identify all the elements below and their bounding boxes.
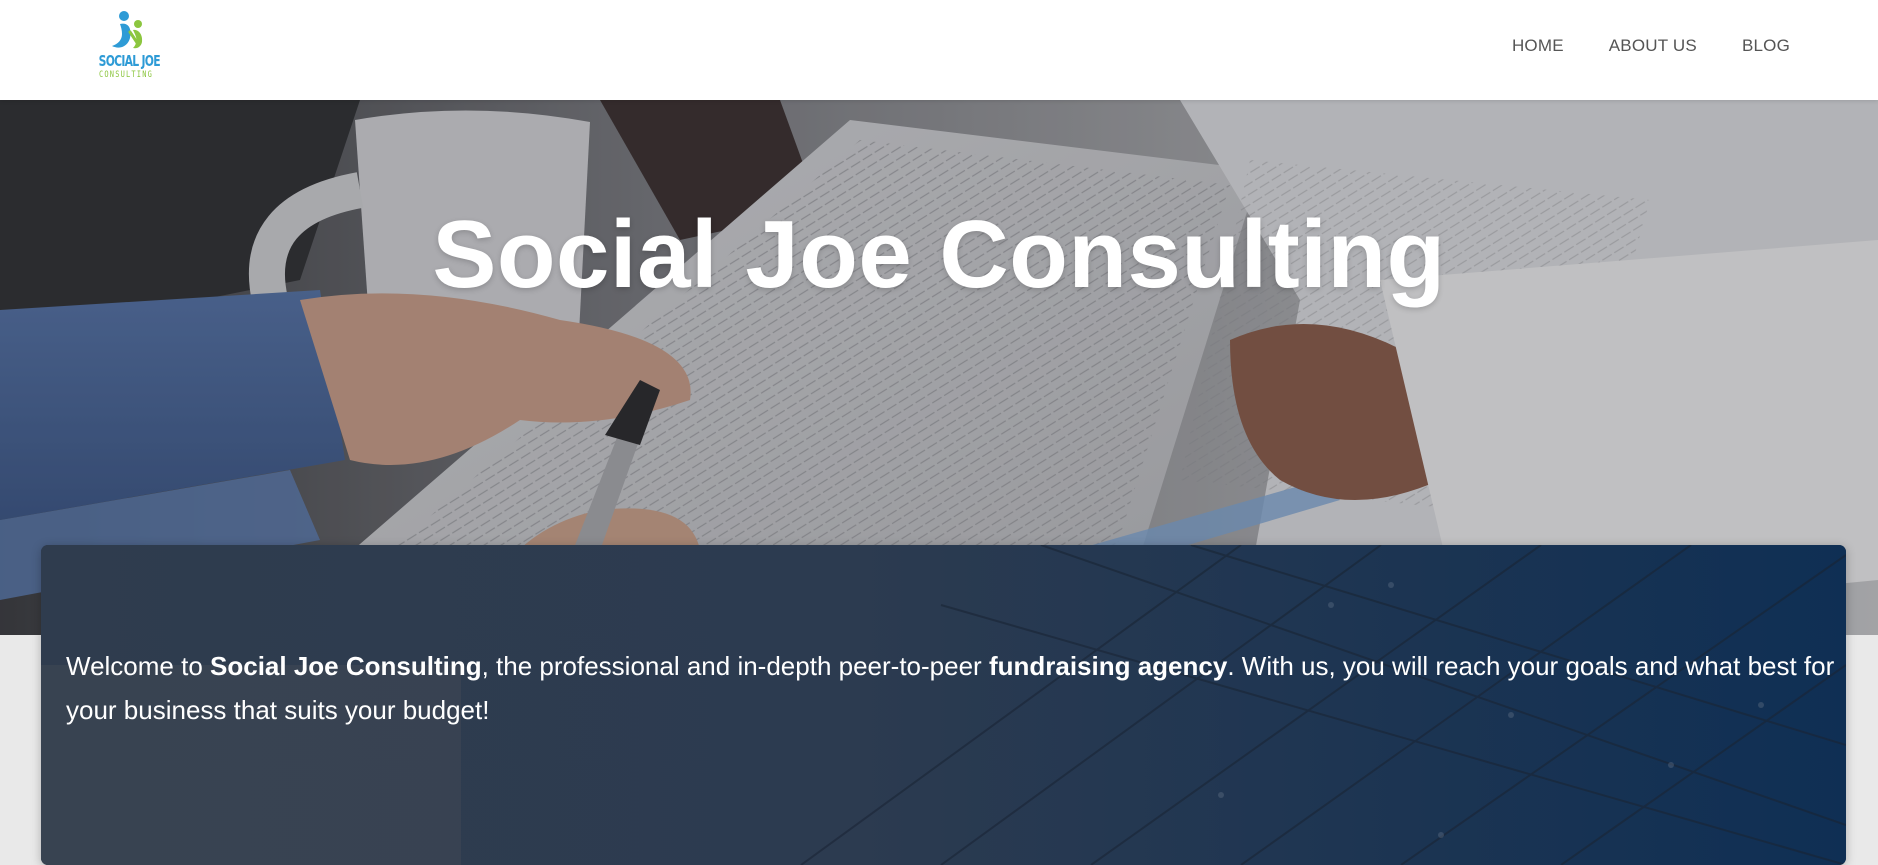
logo-text-primary: SOCIAL JOE <box>98 52 161 70</box>
intro-keyword: fundraising agency <box>988 651 1228 681</box>
main-navigation: HOME ABOUT US BLOG <box>1512 36 1790 56</box>
nav-blog-link[interactable]: BLOG <box>1742 36 1790 56</box>
site-header: SOCIAL JOE CONSULTING HOME ABOUT US BLOG <box>0 0 1878 100</box>
nav-home-link[interactable]: HOME <box>1512 36 1564 56</box>
intro-card: Welcome to Social Joe Consulting, the pr… <box>41 545 1846 865</box>
hero-title: Social Joe Consulting <box>432 201 1446 308</box>
site-logo[interactable]: SOCIAL JOE CONSULTING <box>88 10 164 82</box>
intro-text-start: Welcome to <box>66 651 211 681</box>
intro-paragraph: Welcome to Social Joe Consulting, the pr… <box>66 644 1836 732</box>
intro-brand-name: Social Joe Consulting <box>210 651 482 681</box>
intro-text-middle: , the professional and in-depth peer-to-… <box>481 651 989 681</box>
people-logo-icon <box>112 11 143 49</box>
nav-about-us-link[interactable]: ABOUT US <box>1609 36 1697 56</box>
logo-text-secondary: CONSULTING <box>99 70 153 80</box>
